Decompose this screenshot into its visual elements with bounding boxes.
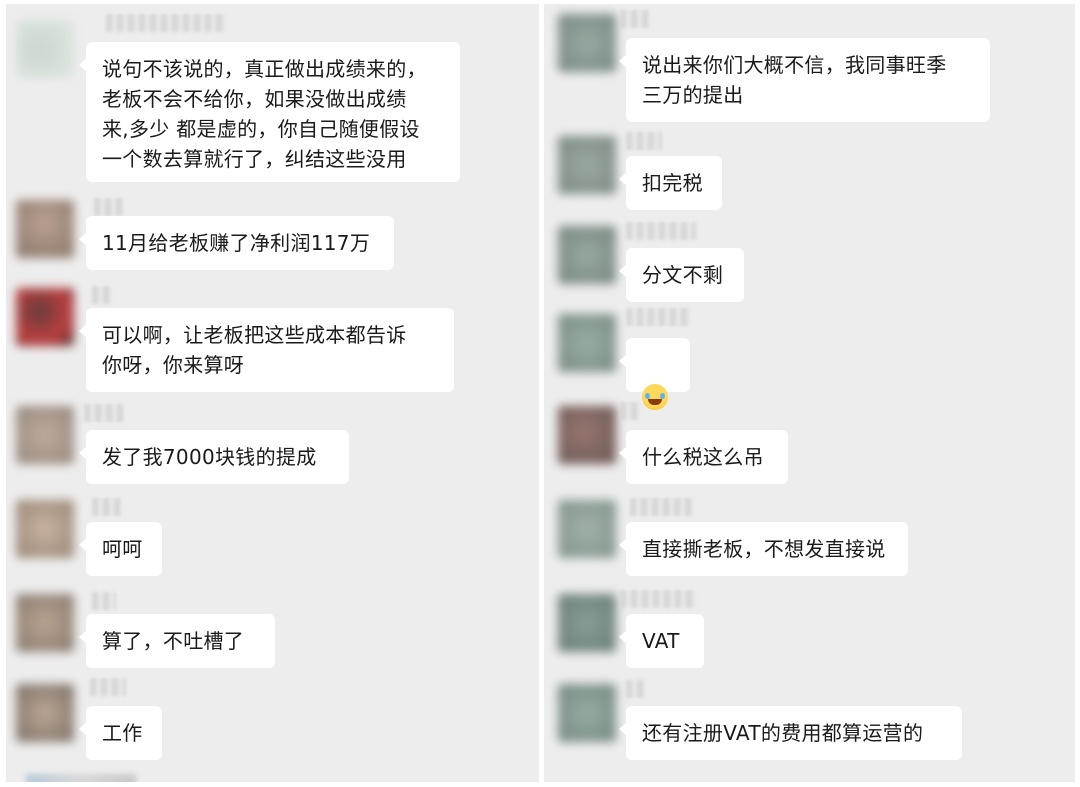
avatar[interactable] bbox=[16, 200, 74, 258]
avatar[interactable] bbox=[16, 288, 74, 346]
avatar[interactable] bbox=[558, 136, 616, 194]
avatar[interactable] bbox=[16, 594, 74, 652]
sender-name-blurred bbox=[92, 498, 122, 516]
message-bubble[interactable]: VAT bbox=[619, 614, 704, 668]
sender-name-blurred bbox=[92, 592, 116, 610]
avatar[interactable] bbox=[558, 406, 616, 464]
message-bubble[interactable]: 直接撕老板，不想发直接说 bbox=[619, 522, 908, 576]
message-bubble[interactable]: 工作 bbox=[79, 706, 162, 760]
sender-name-blurred bbox=[84, 404, 124, 422]
message-bubble[interactable]: 说句不该说的，真正做出成绩来的， 老板不会不给你，如果没做出成绩 来,多少 都是… bbox=[79, 42, 460, 182]
message-bubble[interactable]: 呵呵 bbox=[79, 522, 162, 576]
sender-name-blurred bbox=[94, 198, 124, 216]
avatar[interactable] bbox=[16, 406, 74, 464]
avatar[interactable] bbox=[558, 14, 616, 72]
message-bubble[interactable]: 分文不剩 bbox=[619, 248, 744, 302]
message-bubble[interactable]: 什么税这么吊 bbox=[619, 430, 788, 484]
avatar[interactable] bbox=[16, 500, 74, 558]
sender-name-blurred bbox=[626, 680, 646, 698]
sender-name-blurred bbox=[90, 678, 126, 696]
avatar[interactable] bbox=[558, 226, 616, 284]
sender-name-blurred bbox=[106, 14, 226, 32]
avatar[interactable] bbox=[558, 684, 616, 742]
message-bubble[interactable]: 可以啊，让老板把这些成本都告诉 你呀，你来算呀 bbox=[79, 308, 454, 392]
sender-name-blurred bbox=[630, 498, 694, 516]
message-bubble[interactable]: 算了，不吐槽了 bbox=[79, 614, 275, 668]
message-bubble[interactable] bbox=[619, 338, 690, 410]
chat-panel-right[interactable]: 说出来你们大概不信，我同事旺季 三万的提出 扣完税 分文不剩 什么税这么吊 直接… bbox=[544, 4, 1075, 782]
message-bubble[interactable]: 说出来你们大概不信，我同事旺季 三万的提出 bbox=[619, 38, 990, 122]
sender-name-blurred bbox=[620, 10, 650, 28]
laughing-with-tears-emoji bbox=[642, 383, 668, 410]
sender-name-blurred bbox=[626, 308, 690, 326]
message-bubble[interactable]: 扣完税 bbox=[619, 156, 722, 210]
message-bubble[interactable]: 11月给老板赚了净利润117万 bbox=[79, 216, 394, 270]
sender-name-blurred bbox=[620, 402, 640, 420]
avatar-partial-blurred bbox=[26, 774, 136, 782]
avatar[interactable] bbox=[16, 684, 74, 742]
avatar[interactable] bbox=[558, 500, 616, 558]
sender-name-blurred bbox=[626, 222, 696, 240]
message-bubble[interactable]: 发了我7000块钱的提成 bbox=[79, 430, 349, 484]
avatar[interactable] bbox=[16, 20, 74, 78]
avatar[interactable] bbox=[558, 594, 616, 652]
message-bubble[interactable]: 还有注册VAT的费用都算运营的 bbox=[619, 706, 962, 760]
sender-name-blurred bbox=[620, 590, 696, 608]
sender-name-blurred bbox=[626, 132, 662, 150]
sender-name-blurred bbox=[92, 286, 112, 304]
chat-panel-left[interactable]: 说句不该说的，真正做出成绩来的， 老板不会不给你，如果没做出成绩 来,多少 都是… bbox=[6, 4, 539, 782]
avatar[interactable] bbox=[558, 314, 616, 372]
